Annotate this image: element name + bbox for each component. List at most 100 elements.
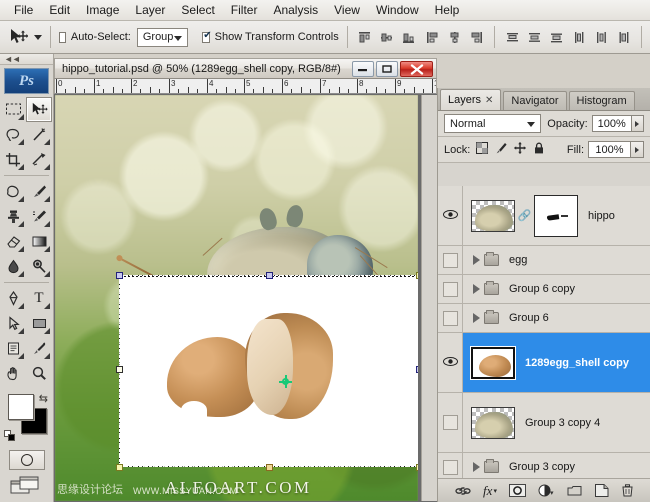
transform-center-point[interactable]: [279, 375, 292, 388]
foreground-color-swatch[interactable]: [8, 394, 34, 420]
layer-visibility-toggle[interactable]: [438, 453, 463, 478]
screen-mode-icon[interactable]: [10, 476, 44, 498]
distribute-top-edges-icon[interactable]: [503, 28, 522, 47]
rectangular-marquee-icon[interactable]: [0, 97, 26, 122]
delete-layer-icon[interactable]: [621, 484, 634, 497]
close-icon[interactable]: ✕: [485, 95, 493, 106]
eye-icon-off[interactable]: [442, 281, 458, 297]
new-group-icon[interactable]: [567, 485, 583, 497]
eye-icon-off[interactable]: [442, 459, 458, 475]
move-tool-icon[interactable]: [26, 97, 52, 122]
layer-visibility-toggle[interactable]: [438, 186, 463, 245]
eye-icon[interactable]: [442, 207, 458, 225]
blur-drop-icon[interactable]: [0, 254, 26, 279]
layer-name[interactable]: Group 6 copy: [509, 283, 575, 295]
tool-preset-chevron-down-icon[interactable]: [34, 34, 42, 40]
minimize-button[interactable]: [352, 61, 374, 77]
layer-name[interactable]: Group 3 copy: [509, 461, 575, 473]
magic-wand-icon[interactable]: [26, 122, 52, 147]
table-row[interactable]: Group 3 copy: [438, 453, 650, 478]
default-colors-icon[interactable]: [4, 430, 16, 442]
new-adjustment-layer-icon[interactable]: ▾: [538, 484, 555, 497]
new-layer-icon[interactable]: [594, 484, 609, 497]
eye-icon-off[interactable]: [442, 310, 458, 326]
move-tool-icon[interactable]: [8, 25, 28, 49]
table-row[interactable]: egg: [438, 246, 650, 275]
layer-name[interactable]: Group 6: [509, 312, 549, 324]
double-left-arrow-icon[interactable]: ◄◄: [4, 54, 21, 64]
menu-item-view[interactable]: View: [326, 1, 368, 19]
menu-item-select[interactable]: Select: [173, 1, 222, 19]
zoom-icon[interactable]: [26, 361, 52, 386]
distribute-left-edges-icon[interactable]: [570, 28, 589, 47]
tab-navigator[interactable]: Navigator: [503, 91, 567, 110]
align-top-edges-icon[interactable]: [355, 28, 374, 47]
layer-thumbnail[interactable]: [471, 199, 515, 232]
swap-colors-icon[interactable]: ⇆: [39, 392, 48, 405]
layer-thumbnail[interactable]: [471, 346, 515, 379]
auto-select-checkbox[interactable]: [58, 31, 66, 43]
layer-name[interactable]: Group 3 copy 4: [525, 417, 600, 429]
align-left-edges-icon[interactable]: [423, 28, 442, 47]
horizontal-ruler[interactable]: 0 1 2 3 4 5 6 7 8 9 10: [54, 79, 437, 94]
history-brush-icon[interactable]: [26, 204, 52, 229]
menu-item-help[interactable]: Help: [427, 1, 468, 19]
opacity-slider-button[interactable]: [631, 115, 644, 132]
eraser-icon[interactable]: [0, 229, 26, 254]
layer-visibility-toggle[interactable]: [438, 304, 463, 332]
dodge-icon[interactable]: [26, 254, 52, 279]
tab-layers[interactable]: Layers ✕: [440, 89, 502, 110]
tools-panel-collapse-bar[interactable]: ◄◄: [0, 54, 53, 65]
table-row[interactable]: Group 3 copy 4: [438, 393, 650, 453]
expand-group-triangle-icon[interactable]: [473, 462, 480, 472]
blend-mode-dropdown[interactable]: Normal: [444, 114, 542, 133]
link-mask-icon[interactable]: 🔗: [518, 209, 532, 222]
eye-icon-off[interactable]: [442, 252, 458, 268]
distribute-right-edges-icon[interactable]: [614, 28, 633, 47]
menu-item-filter[interactable]: Filter: [223, 1, 266, 19]
menu-item-analysis[interactable]: Analysis: [265, 1, 326, 19]
table-row[interactable]: 🔗 hippo: [438, 186, 650, 246]
layer-name[interactable]: hippo: [588, 210, 615, 222]
layer-visibility-toggle[interactable]: [438, 393, 463, 452]
gradient-icon[interactable]: [26, 229, 52, 254]
maximize-button[interactable]: [376, 61, 398, 77]
expand-group-triangle-icon[interactable]: [473, 255, 480, 265]
brush-icon[interactable]: [26, 179, 52, 204]
image-canvas[interactable]: ALFOART.COM 思缘设计论坛 WWW.MISSYUAN.COM: [55, 95, 418, 501]
tab-histogram[interactable]: Histogram: [568, 91, 635, 110]
add-layer-mask-icon[interactable]: [508, 484, 526, 497]
distribute-vertical-centers-icon[interactable]: [525, 28, 544, 47]
clone-stamp-icon[interactable]: [0, 204, 26, 229]
lock-position-icon[interactable]: [514, 142, 527, 157]
crop-icon[interactable]: [0, 147, 26, 172]
opacity-input[interactable]: 100%: [591, 115, 632, 132]
path-selection-icon[interactable]: [0, 311, 26, 336]
link-layers-icon[interactable]: [455, 485, 471, 497]
eye-icon[interactable]: [442, 354, 458, 372]
close-button[interactable]: [400, 61, 433, 77]
fill-slider-button[interactable]: [631, 141, 644, 158]
eye-icon-off[interactable]: [442, 415, 458, 430]
pen-icon[interactable]: [0, 286, 26, 311]
layer-thumbnail[interactable]: [471, 406, 515, 439]
lock-image-pixels-icon[interactable]: [495, 142, 507, 157]
layer-name[interactable]: egg: [509, 254, 527, 266]
notes-icon[interactable]: [0, 336, 26, 361]
lasso-icon[interactable]: [0, 122, 26, 147]
auto-select-scope-dropdown[interactable]: Group: [136, 27, 189, 47]
lock-all-icon[interactable]: [533, 142, 545, 157]
align-bottom-edges-icon[interactable]: [399, 28, 418, 47]
layer-styles-fx-icon[interactable]: fx ▾: [483, 483, 497, 499]
distribute-horizontal-centers-icon[interactable]: [592, 28, 611, 47]
menu-item-file[interactable]: File: [6, 1, 41, 19]
layers-list[interactable]: 🔗 hippo egg Group 6 copy Group 6 1289egg…: [438, 186, 650, 478]
layer-visibility-toggle[interactable]: [438, 333, 463, 392]
canvas-vertical-scrollbar[interactable]: [421, 95, 437, 501]
layer-name[interactable]: 1289egg_shell copy: [525, 357, 629, 369]
hand-icon[interactable]: [0, 361, 26, 386]
show-transform-controls-checkbox[interactable]: [202, 30, 212, 43]
lock-transparent-pixels-icon[interactable]: [476, 142, 489, 157]
table-row[interactable]: Group 6: [438, 304, 650, 333]
menu-item-layer[interactable]: Layer: [127, 1, 173, 19]
